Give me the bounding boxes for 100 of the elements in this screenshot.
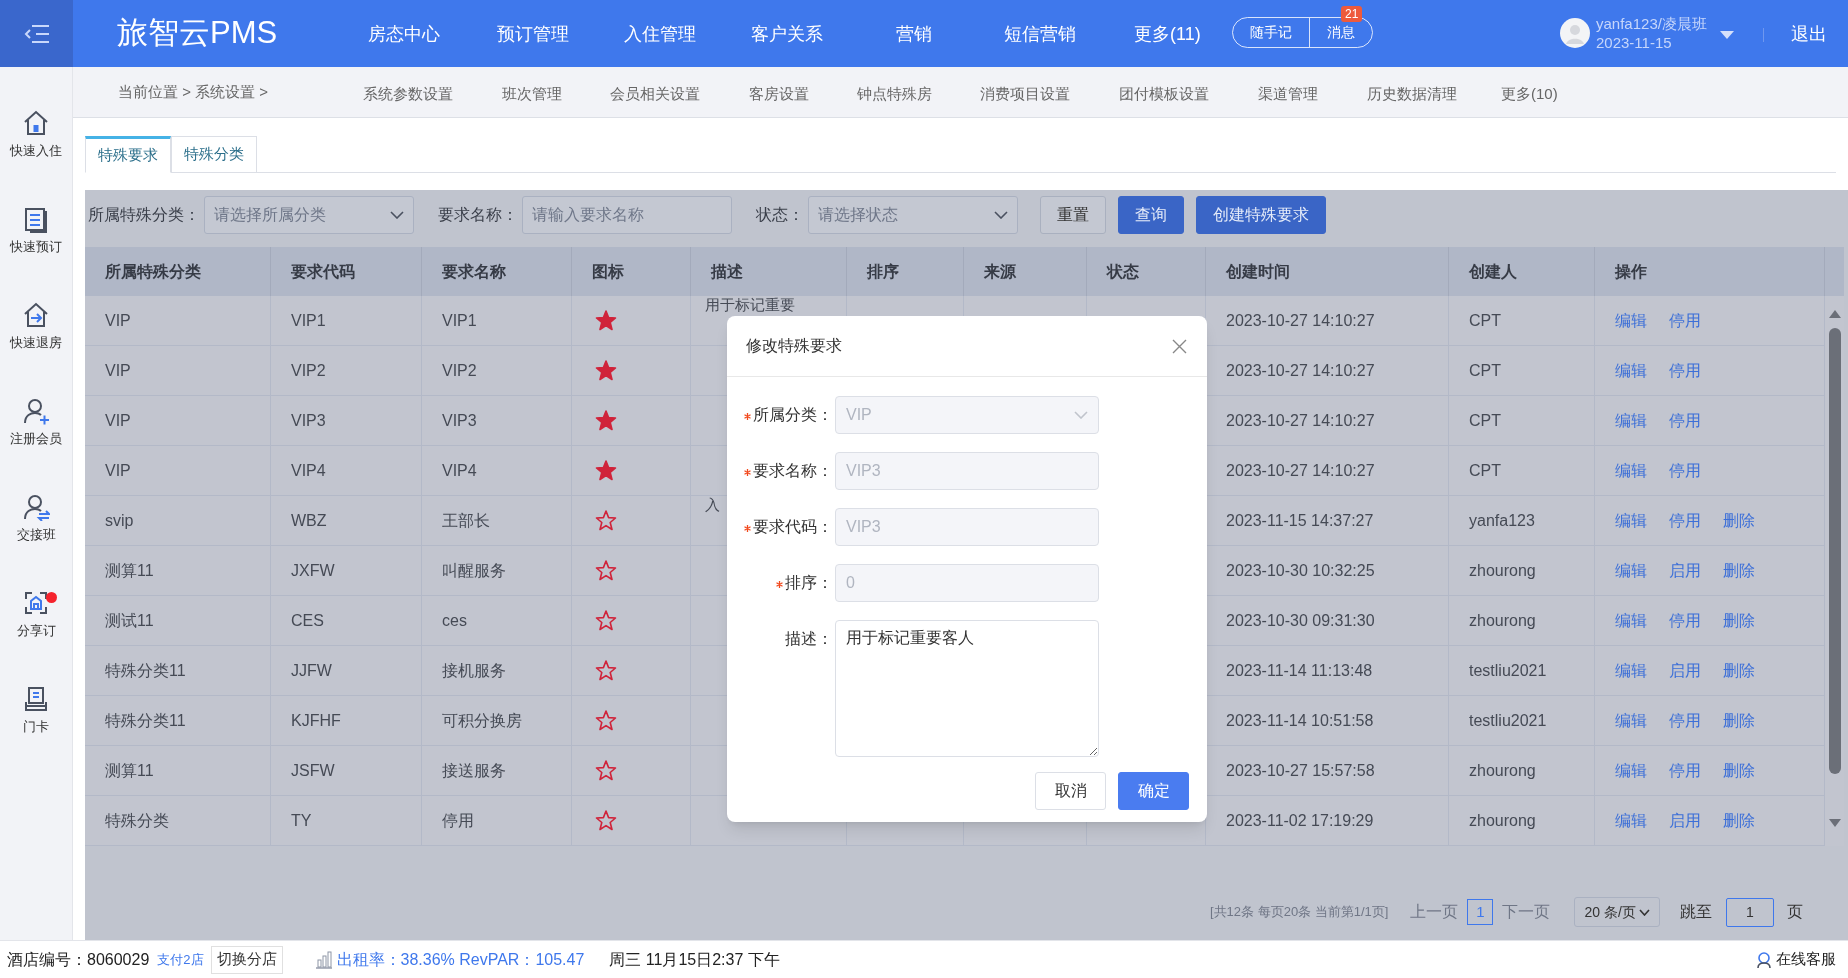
cancel-button[interactable]: 取消 [1035,772,1106,810]
hotel-number: 酒店编号：8060029 [7,949,150,970]
action-link[interactable]: 停用 [1669,458,1701,483]
table-cell-text: testliu2021 [1469,660,1547,681]
occupancy-stats: 出租率：38.36% RevPAR：105.47 [336,949,585,970]
nav-item[interactable]: 房态中心 [368,21,440,48]
logout-link[interactable]: 退出 [1791,21,1827,48]
page-input[interactable]: 1 [1725,897,1774,927]
prev-page-link[interactable]: 上一页 [1410,900,1459,924]
tab[interactable]: 特殊分类 [171,136,257,173]
sub-nav-item[interactable]: 历史数据清理 [1367,83,1457,106]
action-link[interactable]: 停用 [1669,708,1701,733]
action-link[interactable]: 编辑 [1615,558,1647,583]
action-link[interactable]: 停用 [1669,358,1701,383]
nav-item[interactable]: 营销 [896,21,932,48]
input-field[interactable]: 请输入要求名称 [522,196,732,234]
action-link[interactable]: 启用 [1669,658,1701,683]
tab[interactable]: 特殊要求 [85,136,171,173]
avatar-icon [1560,18,1590,48]
sidebar-item[interactable]: 快速退房 [0,279,73,375]
next-page-link[interactable]: 下一页 [1502,900,1551,924]
field-label: 要求代码： [752,517,834,537]
sub-nav-item[interactable]: 渠道管理 [1258,83,1318,106]
sidebar-item[interactable]: 注册会员 [0,375,73,471]
nav-item[interactable]: 预订管理 [497,21,569,48]
table-cell-text: zhourong [1469,610,1536,631]
sub-nav-item[interactable]: 客房设置 [749,83,809,106]
confirm-button[interactable]: 确定 [1118,772,1189,810]
primary-button[interactable]: 查询 [1118,196,1184,234]
sidebar-item[interactable]: 快速入住 [0,87,73,183]
sidebar-item[interactable]: 快速预订 [0,183,73,279]
action-link[interactable]: 编辑 [1615,358,1647,383]
chevron-down-icon [994,211,1008,219]
sidebar-item[interactable]: 门卡 [0,663,73,759]
action-link[interactable]: 删除 [1723,658,1755,683]
nav-item[interactable]: 入住管理 [624,21,696,48]
table-cell-text: 王部长 [442,510,490,531]
action-link[interactable]: 编辑 [1615,508,1647,533]
table-cell-text: 接机服务 [442,660,506,681]
action-link[interactable]: 编辑 [1615,708,1647,733]
online-support-link[interactable]: 在线客服 [1755,948,1836,971]
table-cell-text: CPT [1469,460,1501,481]
sub-nav-item[interactable]: 更多(10) [1501,83,1558,106]
sub-nav-item[interactable]: 系统参数设置 [363,83,453,106]
sidebar-item[interactable]: 交接班 [0,471,73,567]
table-cell-text: 2023-10-27 15:57:58 [1226,760,1375,781]
notification-badge: 21 [1341,6,1363,22]
action-link[interactable]: 删除 [1723,808,1755,833]
action-link[interactable]: 停用 [1669,608,1701,633]
sub-nav-item[interactable]: 钟点特殊房 [857,83,932,106]
action-link[interactable]: 删除 [1723,508,1755,533]
list-icon [22,205,50,234]
sub-nav-item[interactable]: 消费项目设置 [980,83,1070,106]
sub-nav-item[interactable]: 班次管理 [502,83,562,106]
reset-button[interactable]: 重置 [1040,196,1106,234]
action-link[interactable]: 停用 [1669,308,1701,333]
menu-button[interactable] [0,0,73,67]
action-link[interactable]: 启用 [1669,558,1701,583]
select-field[interactable]: 请选择状态 [808,196,1018,234]
table-cell-text: CPT [1469,310,1501,331]
action-link[interactable]: 编辑 [1615,608,1647,633]
primary-button[interactable]: 创建特殊要求 [1196,196,1326,234]
table-cell-text: testliu2021 [1469,710,1547,731]
action-link[interactable]: 编辑 [1615,458,1647,483]
table-cell-text: 特殊分类11 [105,660,186,681]
table-cell-text: 2023-10-27 14:10:27 [1226,410,1375,431]
sub-nav-item[interactable]: 团付模板设置 [1119,83,1209,106]
sub-nav-item[interactable]: 会员相关设置 [610,83,700,106]
quick-button[interactable]: 随手记 [1233,18,1310,47]
action-link[interactable]: 停用 [1669,758,1701,783]
action-link[interactable]: 删除 [1723,608,1755,633]
action-link[interactable]: 编辑 [1615,408,1647,433]
nav-item[interactable]: 客户关系 [751,21,823,48]
page-button[interactable]: 1 [1467,899,1494,925]
action-link[interactable]: 编辑 [1615,808,1647,833]
action-link[interactable]: 删除 [1723,758,1755,783]
page-size-select[interactable]: 20 条/页 [1574,897,1660,927]
checkout-icon [22,301,50,330]
pay-store-link[interactable]: 支付2店 [157,949,204,970]
nav-item[interactable]: 更多(11) [1134,21,1201,48]
scrollbar-thumb[interactable] [1828,328,1841,774]
nav-item[interactable]: 短信营销 [1004,21,1076,48]
action-link[interactable]: 编辑 [1615,308,1647,333]
table-cell-text: yanfa123 [1469,510,1535,531]
table-cell-text: VIP [105,460,131,481]
jump-label: 跳至 [1679,902,1712,922]
action-link[interactable]: 停用 [1669,508,1701,533]
action-link[interactable]: 删除 [1723,708,1755,733]
switch-store-button[interactable]: 切换分店 [210,945,283,974]
text-area[interactable]: 用于标记重要客人 [835,620,1099,757]
action-link[interactable]: 编辑 [1615,758,1647,783]
select-field[interactable]: 请选择所属分类 [204,196,414,234]
action-link[interactable]: 启用 [1669,808,1701,833]
action-link[interactable]: 编辑 [1615,658,1647,683]
close-button[interactable] [1170,337,1188,355]
menu-icon [23,23,50,44]
action-link[interactable]: 停用 [1669,408,1701,433]
caret-icon [1720,31,1734,39]
sidebar-item[interactable]: 分享订 [0,567,73,663]
action-link[interactable]: 删除 [1723,558,1755,583]
